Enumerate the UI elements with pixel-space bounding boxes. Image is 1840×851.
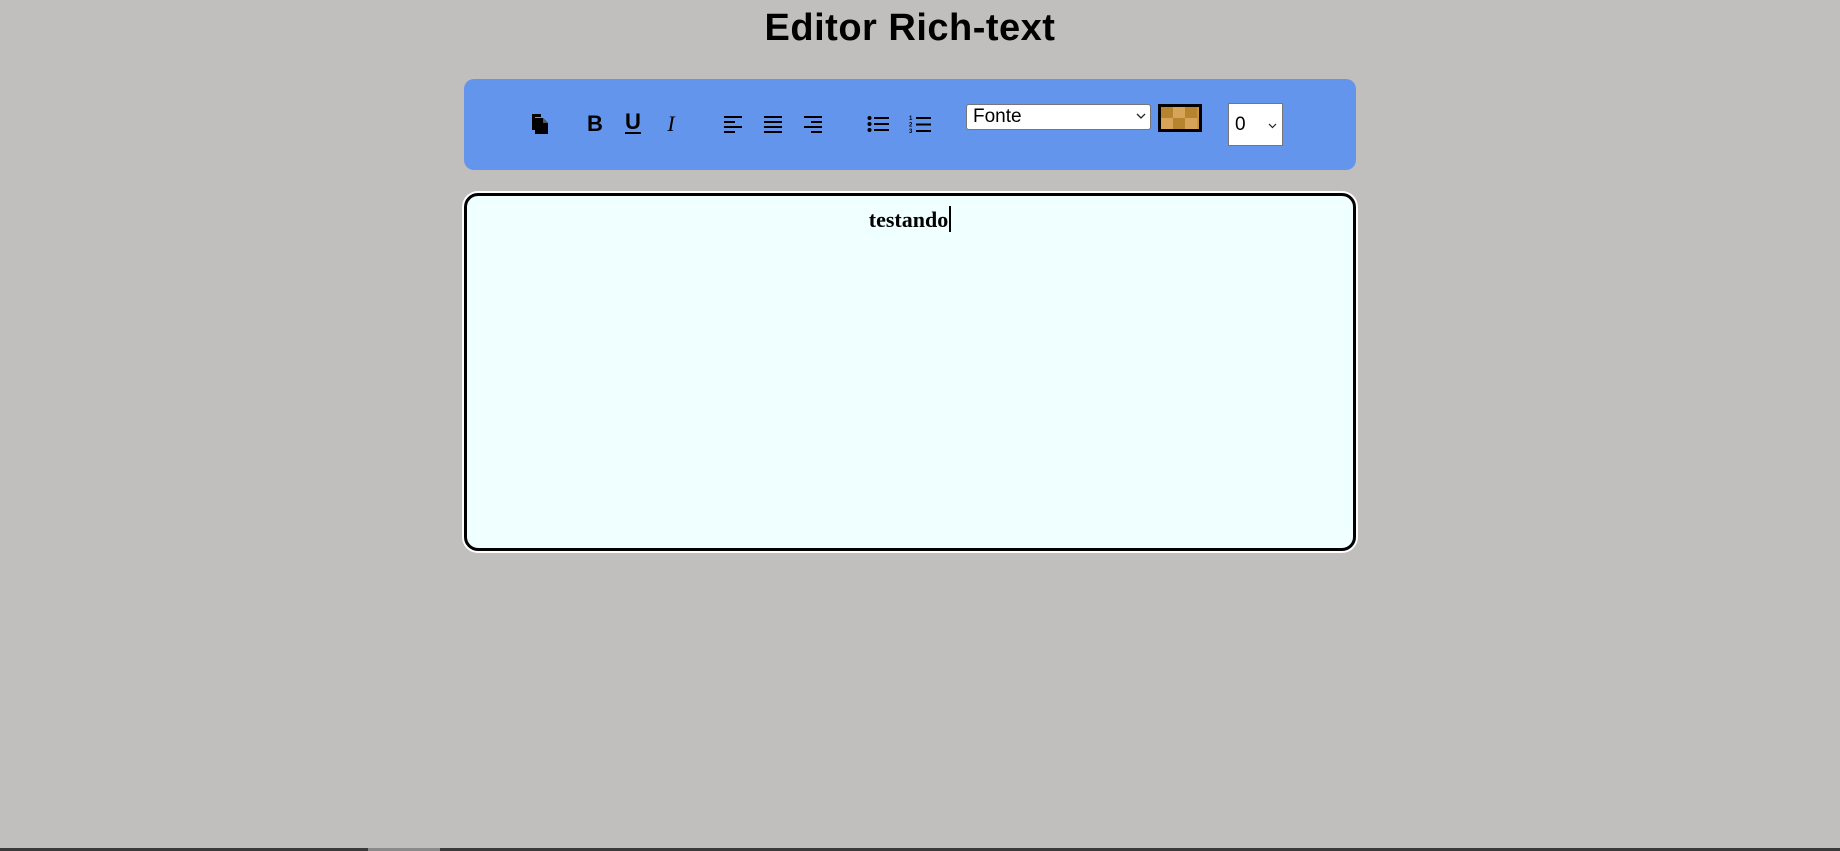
align-left-button[interactable] [716,107,750,141]
color-swatch-cell [1161,118,1173,129]
bullet-list-button[interactable] [861,107,895,141]
rich-text-editor[interactable]: testando [464,193,1356,551]
svg-text:2: 2 [909,123,913,129]
unordered-list-icon [867,116,889,132]
numbered-list-button[interactable]: 1 2 3 [903,107,937,141]
align-right-icon [804,116,822,133]
color-swatch-cell [1161,107,1173,118]
align-center-button[interactable] [756,107,790,141]
italic-icon: I [667,111,675,136]
color-swatch-cell [1185,118,1197,129]
font-family-select-value: Fonte [973,106,1022,127]
underline-button[interactable]: U [616,105,650,139]
align-justify-icon [764,116,782,133]
chevron-down-icon [1136,113,1146,119]
bold-button[interactable]: B [578,107,612,141]
color-swatch-cell [1173,107,1185,118]
color-swatch-cell [1173,118,1185,129]
copy-button[interactable] [524,107,558,141]
italic-button[interactable]: I [654,107,688,141]
underline-icon: U [625,109,641,134]
font-size-select-value: 0 [1235,114,1246,135]
font-size-select[interactable]: 0 [1228,103,1283,146]
ordered-list-icon: 1 2 3 [909,116,931,134]
color-picker[interactable] [1158,104,1202,132]
align-left-icon [724,116,742,133]
editor-content[interactable]: testando [467,206,1353,233]
chevron-down-icon [1268,123,1277,129]
editor-text: testando [868,207,949,232]
page-title: Editor Rich-text [764,7,1056,49]
font-family-select[interactable]: Fonte [966,104,1151,130]
svg-text:3: 3 [909,129,913,134]
align-right-button[interactable] [796,107,830,141]
color-swatch-cell [1185,107,1197,118]
editor-toolbar: B U I 1 2 3 Fonte 0 [464,79,1356,170]
copy-icon [532,114,548,134]
svg-text:1: 1 [909,116,913,122]
text-caret [949,206,952,232]
bold-icon: B [587,111,603,136]
